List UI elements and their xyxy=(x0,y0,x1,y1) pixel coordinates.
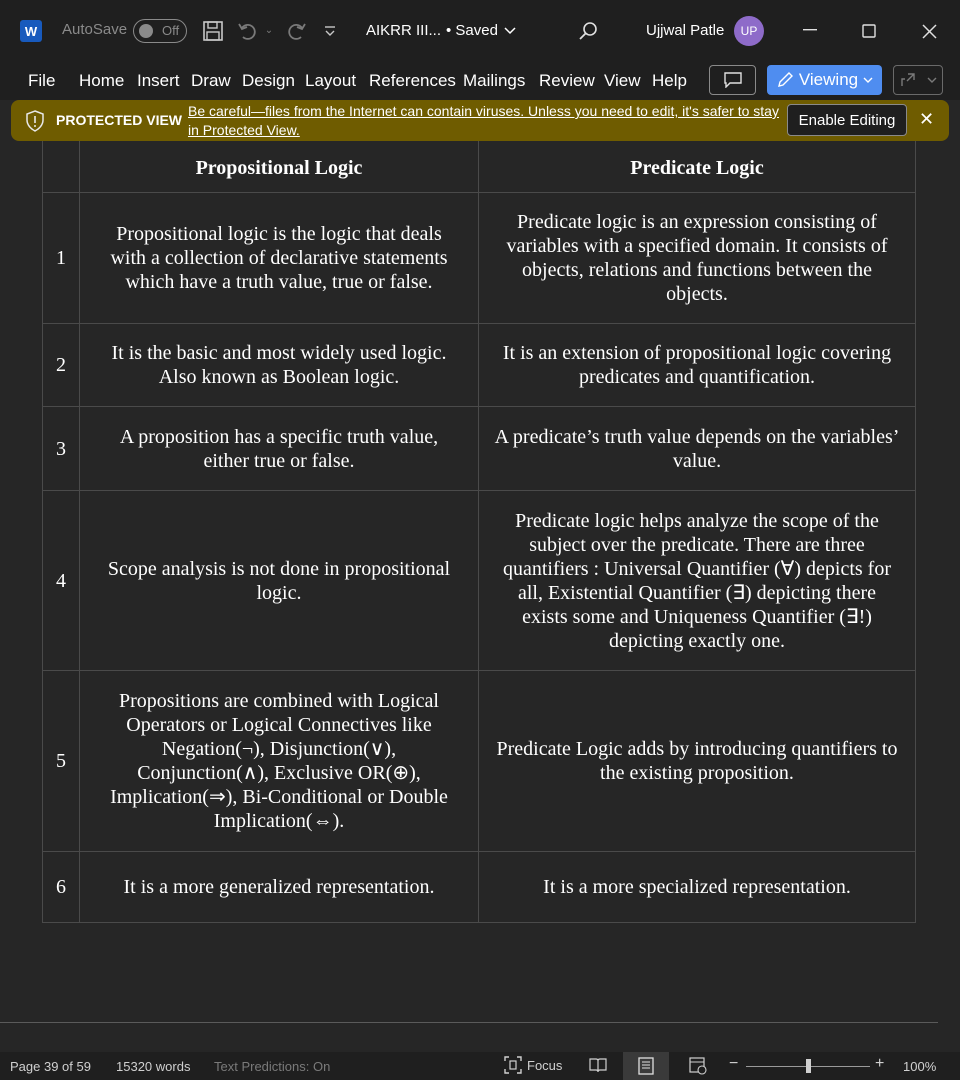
predicate-cell: It is a more specialized representation. xyxy=(478,851,916,923)
row-number: 4 xyxy=(42,490,80,671)
vertical-scrollbar[interactable] xyxy=(938,141,960,1023)
row-number: 6 xyxy=(42,851,80,923)
search-icon[interactable] xyxy=(576,19,600,43)
undo-icon[interactable] xyxy=(236,18,260,44)
predicate-cell: A predicate’s truth value depends on the… xyxy=(478,406,916,491)
minimize-icon[interactable] xyxy=(800,20,820,40)
predicate-cell: It is an extension of propositional logi… xyxy=(478,323,916,407)
status-bar: Page 39 of 59 15320 words Text Predictio… xyxy=(0,1052,960,1080)
saved-status-text: • Saved xyxy=(446,22,498,39)
row-number: 2 xyxy=(42,323,80,407)
document-canvas[interactable]: Propositional Logic Predicate Logic 1 Pr… xyxy=(0,141,938,1023)
tab-references[interactable]: References xyxy=(369,71,456,91)
propositional-cell: Propositional logic is the logic that de… xyxy=(79,192,479,324)
focus-label: Focus xyxy=(527,1057,563,1073)
viewing-mode-button[interactable]: Viewing xyxy=(767,65,882,95)
table-row: 6 It is a more generalized representatio… xyxy=(42,851,916,923)
propositional-cell: Propositions are combined with Logical O… xyxy=(79,670,479,852)
protected-view-bar: PROTECTED VIEW Be careful—files from the… xyxy=(11,100,949,141)
word-app-icon: W xyxy=(20,20,42,42)
table-row: 5 Propositions are combined with Logical… xyxy=(42,670,916,852)
ribbon-tabs: File Home Insert Draw Design Layout Refe… xyxy=(0,62,960,100)
save-icon[interactable] xyxy=(201,18,225,44)
tab-layout[interactable]: Layout xyxy=(305,71,356,91)
tab-home[interactable]: Home xyxy=(79,71,124,91)
tab-file[interactable]: File xyxy=(28,71,55,91)
protected-view-message-link[interactable]: Be careful—files from the Internet can c… xyxy=(188,102,780,140)
text-predictions-status[interactable]: Text Predictions: On xyxy=(214,1059,330,1074)
tab-help[interactable]: Help xyxy=(652,71,687,91)
read-mode-icon[interactable] xyxy=(589,1057,607,1076)
chevron-down-icon xyxy=(927,77,936,83)
web-layout-icon[interactable] xyxy=(689,1057,707,1078)
user-name[interactable]: Ujjwal Patle xyxy=(646,22,724,39)
pen-icon xyxy=(777,72,793,87)
zoom-in-icon[interactable]: + xyxy=(875,1055,884,1073)
zoom-slider-thumb[interactable] xyxy=(806,1059,811,1073)
close-icon[interactable] xyxy=(920,22,938,40)
row-number: 5 xyxy=(42,670,80,852)
protected-view-title: PROTECTED VIEW xyxy=(56,112,183,128)
focus-icon xyxy=(504,1056,522,1074)
redo-icon[interactable] xyxy=(284,18,308,44)
comment-icon xyxy=(723,72,742,88)
comments-button[interactable] xyxy=(709,65,756,95)
tab-draw[interactable]: Draw xyxy=(191,71,231,91)
tab-design[interactable]: Design xyxy=(242,71,295,91)
table-row: 1 Propositional logic is the logic that … xyxy=(42,192,916,324)
propositional-cell: It is the basic and most widely used log… xyxy=(79,323,479,407)
predicate-cell: Predicate logic helps analyze the scope … xyxy=(478,490,916,671)
tab-review[interactable]: Review xyxy=(539,71,595,91)
predicate-cell: Predicate logic is an expression consist… xyxy=(478,192,916,324)
undo-dropdown-icon[interactable]: ⌄ xyxy=(263,22,275,38)
tab-insert[interactable]: Insert xyxy=(137,71,180,91)
table-row: 3 A proposition has a specific truth val… xyxy=(42,406,916,491)
word-count[interactable]: 15320 words xyxy=(116,1059,190,1074)
zoom-out-icon[interactable]: − xyxy=(729,1055,738,1073)
page-indicator[interactable]: Page 39 of 59 xyxy=(10,1059,91,1074)
maximize-icon[interactable] xyxy=(860,22,878,40)
header-propositional: Propositional Logic xyxy=(79,141,479,193)
row-number: 1 xyxy=(42,192,80,324)
propositional-cell: Scope analysis is not done in propositio… xyxy=(79,490,479,671)
toggle-knob xyxy=(139,24,153,38)
autosave-toggle[interactable]: Off xyxy=(133,19,187,43)
close-icon[interactable]: ✕ xyxy=(919,109,934,130)
page-divider xyxy=(0,1022,938,1023)
chevron-down-icon xyxy=(863,77,873,83)
share-button[interactable] xyxy=(893,65,943,95)
table-row: 4 Scope analysis is not done in proposit… xyxy=(42,490,916,671)
print-layout-icon[interactable] xyxy=(638,1057,654,1078)
enable-editing-button[interactable]: Enable Editing xyxy=(787,104,907,136)
focus-button[interactable]: Focus xyxy=(504,1056,562,1074)
shield-icon xyxy=(26,110,44,132)
saved-status[interactable]: • Saved xyxy=(446,22,516,39)
document-title[interactable]: AIKRR III... xyxy=(366,22,441,39)
autosave-label: AutoSave xyxy=(62,21,128,38)
zoom-level[interactable]: 100% xyxy=(903,1059,936,1074)
predicate-cell: Predicate Logic adds by introducing quan… xyxy=(478,670,916,852)
chevron-down-icon xyxy=(504,26,516,34)
comparison-table: Propositional Logic Predicate Logic 1 Pr… xyxy=(42,141,916,923)
title-bar: W AutoSave Off ⌄ AIKRR III... • Saved Uj… xyxy=(0,0,960,62)
autosave-state: Off xyxy=(162,23,180,38)
header-number-cell xyxy=(42,141,80,193)
header-predicate: Predicate Logic xyxy=(478,141,916,193)
tab-mailings[interactable]: Mailings xyxy=(463,71,525,91)
customize-qat-icon[interactable] xyxy=(322,20,338,42)
table-row: 2 It is the basic and most widely used l… xyxy=(42,323,916,407)
row-number: 3 xyxy=(42,406,80,491)
viewing-label: Viewing xyxy=(798,70,859,89)
avatar[interactable]: UP xyxy=(734,16,764,46)
propositional-cell: It is a more generalized representation. xyxy=(79,851,479,923)
propositional-cell: A proposition has a specific truth value… xyxy=(79,406,479,491)
table-header-row: Propositional Logic Predicate Logic xyxy=(42,141,916,193)
share-icon xyxy=(900,73,915,86)
tab-view[interactable]: View xyxy=(604,71,641,91)
